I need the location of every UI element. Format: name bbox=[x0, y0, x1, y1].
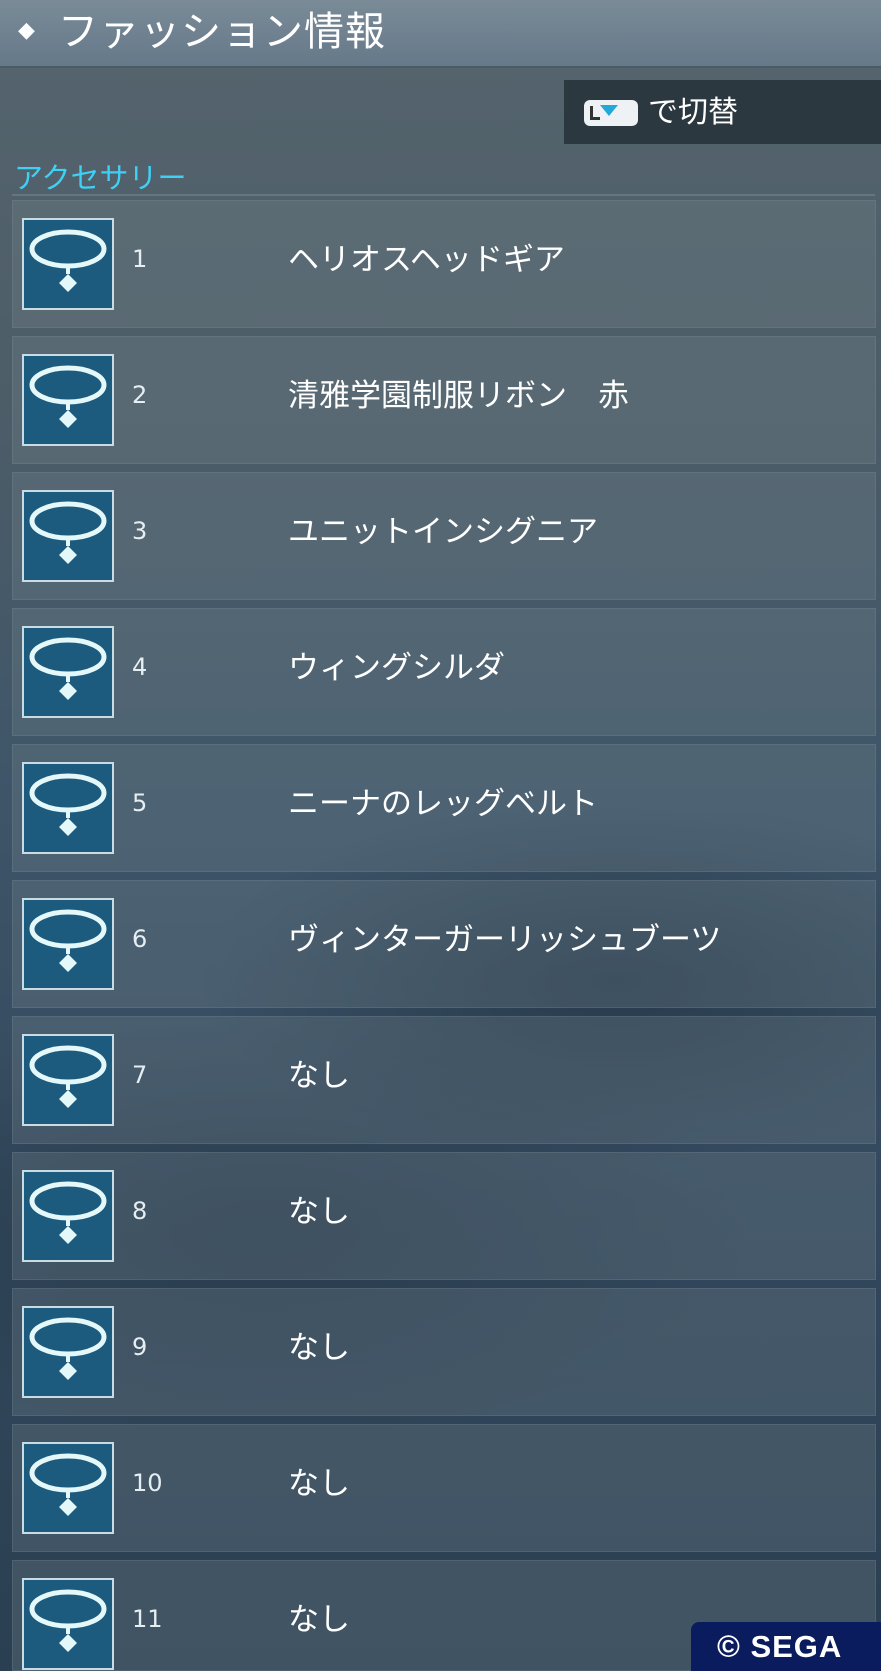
page-title: ファッション情報 bbox=[58, 9, 386, 55]
accessory-necklace-icon bbox=[22, 1034, 114, 1126]
diamond-icon: ◆ bbox=[18, 18, 35, 43]
accessory-number: 2 bbox=[132, 381, 148, 409]
accessory-number: 6 bbox=[132, 925, 148, 953]
accessory-necklace-icon bbox=[22, 490, 114, 582]
accessory-number: 10 bbox=[132, 1469, 163, 1497]
accessory-necklace-icon bbox=[22, 898, 114, 990]
accessory-necklace-icon bbox=[22, 1306, 114, 1398]
accessory-necklace-icon bbox=[22, 218, 114, 310]
accessory-row[interactable]: 7 なし bbox=[12, 1016, 876, 1144]
copyright-text: © SEGA bbox=[717, 1629, 843, 1664]
accessory-row[interactable]: 9 なし bbox=[12, 1288, 876, 1416]
accessory-name: ニーナのレッグベルト bbox=[288, 786, 598, 822]
accessory-name: なし bbox=[288, 1602, 350, 1638]
accessory-number: 1 bbox=[132, 245, 148, 273]
accessory-name: なし bbox=[288, 1330, 350, 1366]
switch-label: で切替 bbox=[648, 95, 738, 130]
header-bar: ◆ ファッション情報 bbox=[0, 0, 881, 68]
accessory-name: ヘリオスヘッドギア bbox=[288, 242, 565, 278]
accessory-necklace-icon bbox=[22, 354, 114, 446]
accessory-row[interactable]: 3 ユニットインシグニア bbox=[12, 472, 876, 600]
touchpad-down-icon bbox=[584, 100, 638, 126]
section-title: アクセサリー bbox=[14, 161, 187, 195]
accessory-name: なし bbox=[288, 1466, 350, 1502]
accessory-necklace-icon bbox=[22, 626, 114, 718]
accessory-row[interactable]: 2 清雅学園制服リボン 赤 bbox=[12, 336, 876, 464]
accessory-row[interactable]: 10 なし bbox=[12, 1424, 876, 1552]
accessory-row[interactable]: 6 ヴィンターガーリッシュブーツ bbox=[12, 880, 876, 1008]
accessory-number: 3 bbox=[132, 517, 148, 545]
section-divider bbox=[12, 194, 875, 196]
accessory-row[interactable]: 5 ニーナのレッグベルト bbox=[12, 744, 876, 872]
accessory-number: 9 bbox=[132, 1333, 148, 1361]
accessory-name: ユニットインシグニア bbox=[288, 514, 598, 550]
accessory-number: 8 bbox=[132, 1197, 148, 1225]
accessory-necklace-icon bbox=[22, 1578, 114, 1670]
accessory-row[interactable]: 4 ウィングシルダ bbox=[12, 608, 876, 736]
accessory-name: ウィングシルダ bbox=[288, 650, 505, 686]
accessory-necklace-icon bbox=[22, 1442, 114, 1534]
accessory-name: なし bbox=[288, 1058, 350, 1094]
switch-button[interactable]: で切替 bbox=[564, 80, 881, 144]
accessory-row[interactable]: 1 ヘリオスヘッドギア bbox=[12, 200, 876, 328]
accessory-number: 11 bbox=[132, 1605, 163, 1633]
accessory-name: なし bbox=[288, 1194, 350, 1230]
accessory-number: 4 bbox=[132, 653, 148, 681]
accessory-number: 5 bbox=[132, 789, 148, 817]
accessory-number: 7 bbox=[132, 1061, 148, 1089]
accessory-row[interactable]: 8 なし bbox=[12, 1152, 876, 1280]
accessory-necklace-icon bbox=[22, 762, 114, 854]
copyright-badge: © SEGA bbox=[691, 1622, 881, 1671]
accessory-name: 清雅学園制服リボン 赤 bbox=[288, 378, 629, 414]
accessory-necklace-icon bbox=[22, 1170, 114, 1262]
accessory-name: ヴィンターガーリッシュブーツ bbox=[288, 922, 722, 958]
